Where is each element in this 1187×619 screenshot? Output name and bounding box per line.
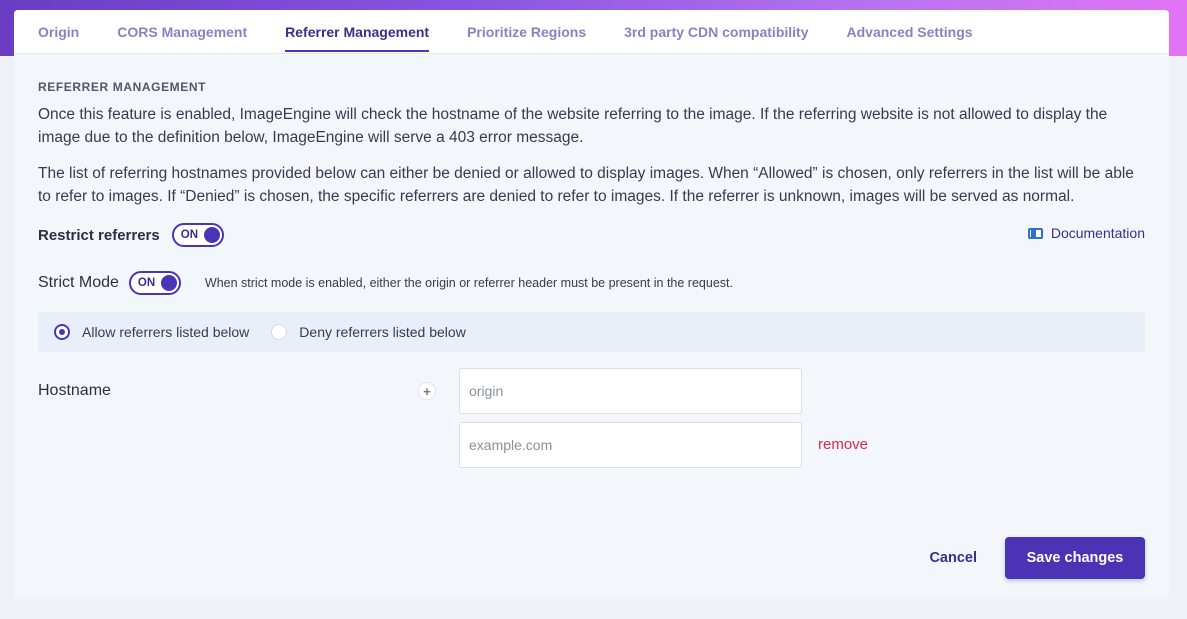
referrer-mode-radio-group: Allow referrers listed below Deny referr… (38, 312, 1145, 352)
hostname-block: Hostname + remove (38, 368, 1145, 498)
allow-label: Allow referrers listed below (82, 324, 250, 340)
strict-mode-toggle[interactable]: ON (128, 271, 181, 295)
toggle-state-text: ON (137, 277, 156, 289)
deny-radio[interactable] (271, 324, 288, 340)
toggle-knob (160, 275, 177, 291)
tab-prioritize-regions[interactable]: Prioritize Regions (455, 10, 598, 53)
cancel-button[interactable]: Cancel (929, 550, 977, 566)
tab-3rd-party-cdn[interactable]: 3rd party CDN compatibility (612, 10, 820, 53)
tab-referrer-management[interactable]: Referrer Management (273, 10, 441, 53)
restrict-referrers-toggle[interactable]: ON (171, 223, 224, 247)
save-changes-button[interactable]: Save changes (1005, 537, 1145, 579)
description-paragraph-2: The list of referring hostnames provided… (38, 165, 1134, 205)
hostname-input-origin[interactable] (459, 368, 802, 414)
deny-referrers-option[interactable]: Deny referrers listed below (271, 324, 466, 340)
tab-content: REFERRER MANAGEMENT Once this feature is… (14, 54, 1169, 498)
restrict-referrers-label: Restrict referrers (38, 226, 160, 244)
restrict-referrers-row: Restrict referrers ON Documentation (38, 222, 1145, 248)
strict-mode-label: Strict Mode (38, 274, 119, 291)
tab-advanced-settings[interactable]: Advanced Settings (835, 10, 985, 53)
hostname-input-example[interactable] (459, 422, 802, 468)
form-actions: Cancel Save changes (929, 537, 1145, 579)
add-hostname-button[interactable]: + (418, 382, 436, 400)
strict-mode-hint: When strict mode is enabled, either the … (204, 276, 733, 290)
plus-icon: + (423, 383, 431, 399)
tab-bar: Origin CORS Management Referrer Manageme… (14, 10, 1169, 54)
hostname-label: Hostname (38, 382, 111, 399)
documentation-link[interactable]: Documentation (1027, 225, 1145, 241)
allow-radio[interactable] (54, 324, 70, 340)
settings-card: Origin CORS Management Referrer Manageme… (14, 10, 1169, 599)
book-icon (1027, 227, 1043, 239)
toggle-state-text: ON (180, 229, 198, 241)
deny-label: Deny referrers listed below (299, 324, 466, 340)
description-paragraph-1: Once this feature is enabled, ImageEngin… (38, 106, 1108, 146)
tab-origin[interactable]: Origin (26, 10, 91, 53)
toggle-knob (203, 227, 220, 243)
allow-referrers-option[interactable]: Allow referrers listed below (54, 324, 249, 340)
section-title: REFERRER MANAGEMENT (38, 80, 207, 94)
strict-mode-row: Strict Mode ON When strict mode is enabl… (38, 270, 1145, 296)
tab-cors-management[interactable]: CORS Management (105, 10, 259, 53)
documentation-label: Documentation (1050, 225, 1145, 241)
remove-hostname-link[interactable]: remove (818, 436, 868, 453)
